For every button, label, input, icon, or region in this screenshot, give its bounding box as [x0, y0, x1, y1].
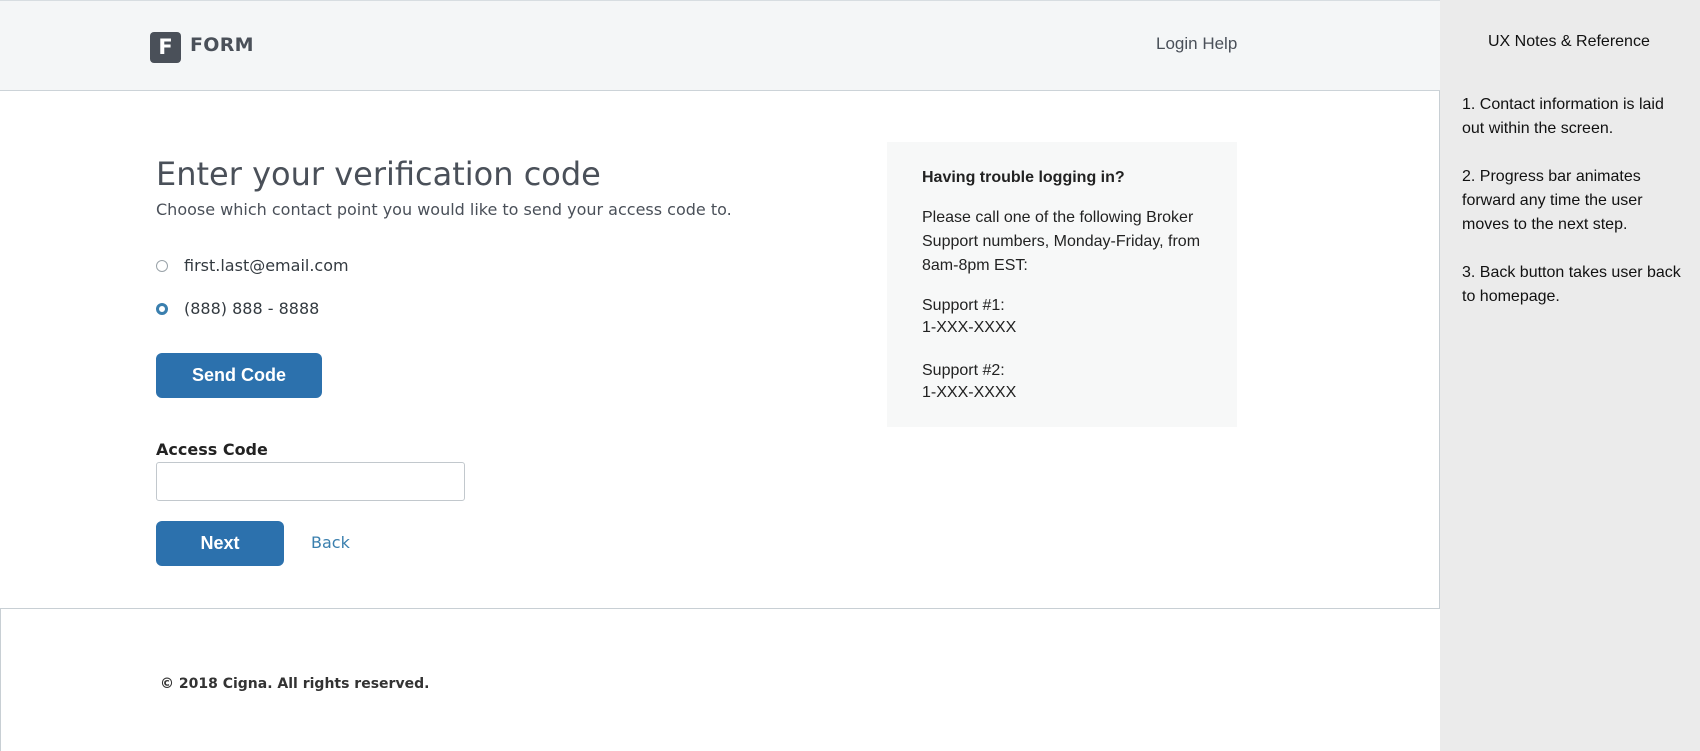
radio-button-email[interactable] — [156, 259, 168, 272]
ux-notes-panel: UX Notes & Reference 1. Contact informat… — [1440, 0, 1700, 751]
logo-text: FORM — [190, 34, 254, 56]
send-code-button[interactable]: Send Code — [156, 353, 322, 398]
footer: © 2018 Cigna. All rights reserved. — [0, 608, 1440, 751]
ux-note-1: 1. Contact information is laid out withi… — [1462, 96, 1664, 137]
support-2-label: Support #2: — [922, 362, 1005, 379]
logo-icon: F — [150, 32, 181, 63]
header: F FORM Login Help — [0, 0, 1440, 91]
login-help-link[interactable]: Login Help — [1156, 34, 1237, 54]
main-panel: F FORM Login Help Enter your verificatio… — [0, 0, 1440, 751]
help-panel: Having trouble logging in? Please call o… — [887, 142, 1237, 427]
support-2: Support #2: 1-XXX-XXXX — [922, 360, 1016, 404]
support-1: Support #1: 1-XXX-XXXX — [922, 295, 1016, 339]
help-body: Please call one of the following Broker … — [922, 209, 1201, 274]
support-1-number: 1-XXX-XXXX — [922, 319, 1017, 336]
ux-note-2: 2. Progress bar animates forward any tim… — [1462, 168, 1643, 233]
radio-button-phone[interactable] — [156, 302, 168, 315]
back-link[interactable]: Back — [311, 533, 350, 552]
contact-option-email[interactable]: first.last@email.com — [156, 256, 349, 275]
page-subtitle: Choose which contact point you would lik… — [156, 200, 732, 219]
access-code-input[interactable] — [156, 462, 465, 501]
support-1-label: Support #1: — [922, 297, 1005, 314]
copyright: © 2018 Cigna. All rights reserved. — [160, 676, 430, 692]
contact-option-label: first.last@email.com — [184, 256, 349, 275]
support-2-number: 1-XXX-XXXX — [922, 384, 1017, 401]
ux-note-3: 3. Back button takes user back to homepa… — [1462, 264, 1681, 305]
contact-option-label: (888) 888 - 8888 — [184, 299, 320, 318]
next-button[interactable]: Next — [156, 521, 284, 566]
page-title: Enter your verification code — [156, 155, 601, 193]
contact-option-phone[interactable]: (888) 888 - 8888 — [156, 299, 319, 318]
access-code-label: Access Code — [156, 440, 268, 459]
ux-notes-title: UX Notes & Reference — [1488, 33, 1650, 50]
help-title: Having trouble logging in? — [922, 169, 1125, 186]
